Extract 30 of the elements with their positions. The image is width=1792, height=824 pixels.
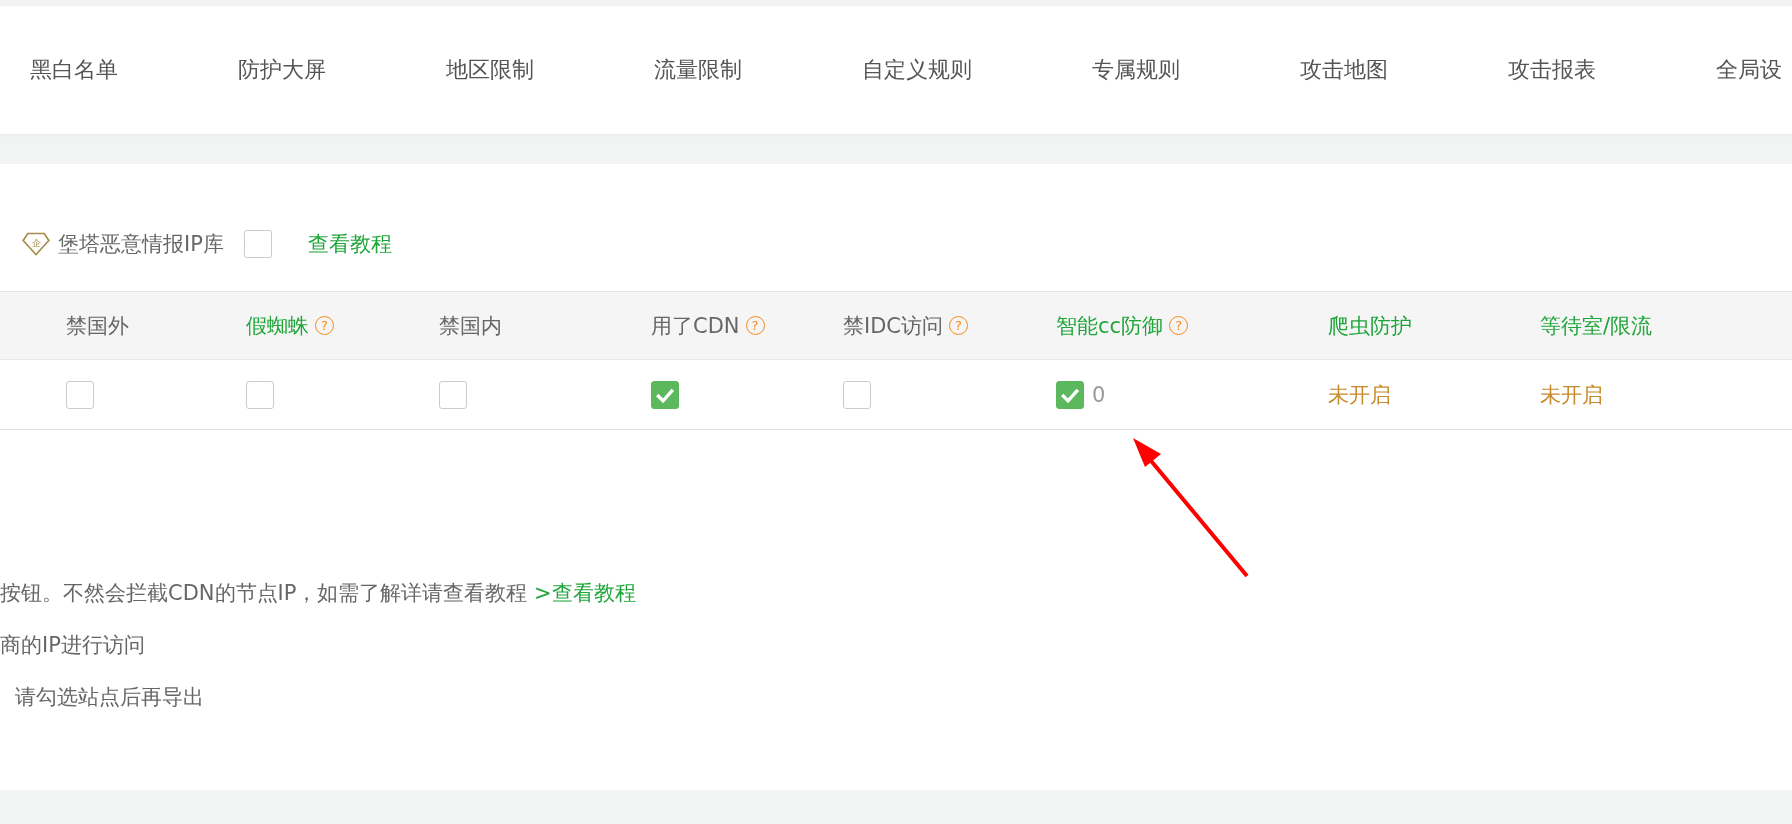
- tab[interactable]: 攻击报表: [1508, 55, 1596, 85]
- tab[interactable]: 防护大屏: [238, 55, 326, 85]
- column-header: 爬虫防护: [1328, 312, 1412, 340]
- column-header: 禁国内: [439, 312, 502, 340]
- checkbox[interactable]: [66, 380, 94, 409]
- note-text: 按钮。不然会拦截CDN的节点IP，如需了解详请查看教程 >查看教程: [0, 580, 637, 606]
- count: 0: [1092, 382, 1106, 407]
- tab[interactable]: 流量限制: [654, 55, 742, 85]
- column-header: 用了CDN: [651, 312, 740, 340]
- checkbox[interactable]: [843, 380, 871, 409]
- tab[interactable]: 自定义规则: [862, 55, 972, 85]
- note-text: 请勾选站点后再导出: [14, 684, 205, 710]
- tab[interactable]: 全局设: [1716, 55, 1782, 85]
- intel-label: 堡塔恶意情报IP库: [58, 231, 224, 258]
- tab[interactable]: 黑白名单: [30, 55, 118, 85]
- checkbox[interactable]: [246, 380, 274, 409]
- column-header: 智能cc防御: [1056, 312, 1164, 340]
- checkbox[interactable]: [439, 380, 467, 409]
- checkbox[interactable]: [1056, 380, 1084, 409]
- tab[interactable]: 专属规则: [1092, 55, 1180, 85]
- checkbox[interactable]: [243, 230, 272, 258]
- column-header: 等待室/限流: [1540, 312, 1653, 340]
- diamond-icon: 企: [22, 232, 50, 256]
- tab[interactable]: 攻击地图: [1300, 55, 1388, 85]
- column-header: 假蜘蛛: [246, 312, 309, 340]
- note-text: 商的IP进行访问: [0, 632, 146, 658]
- column-header: 禁IDC访问: [843, 312, 944, 340]
- checkbox[interactable]: [651, 380, 679, 409]
- tab[interactable]: 地区限制: [446, 55, 534, 85]
- column-header: 禁国外: [66, 312, 129, 340]
